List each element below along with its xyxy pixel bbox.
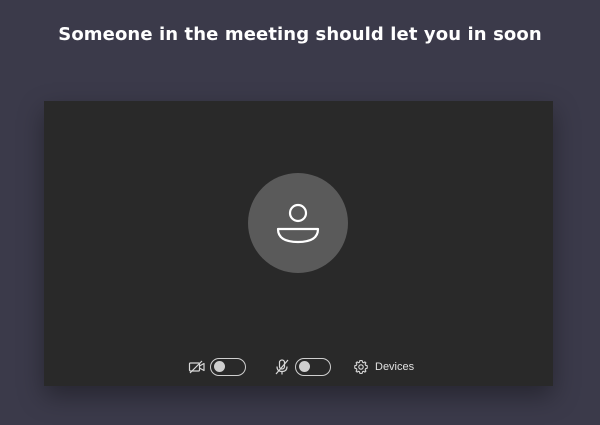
video-preview: Devices: [44, 101, 553, 386]
mic-toggle[interactable]: [295, 358, 331, 376]
camera-toggle[interactable]: [210, 358, 246, 376]
mic-off-icon: [272, 357, 292, 377]
page-title: Someone in the meeting should let you in…: [58, 24, 542, 45]
avatar: [248, 173, 348, 273]
camera-off-icon: [187, 357, 207, 377]
devices-label: Devices: [375, 361, 415, 373]
person-icon: [276, 203, 320, 244]
gear-icon: [354, 359, 368, 375]
camera-toggle-knob: [214, 361, 225, 372]
devices-button[interactable]: Devices: [353, 357, 414, 377]
preview-controls: Devices: [44, 357, 553, 379]
mic-toggle-knob: [299, 361, 310, 372]
